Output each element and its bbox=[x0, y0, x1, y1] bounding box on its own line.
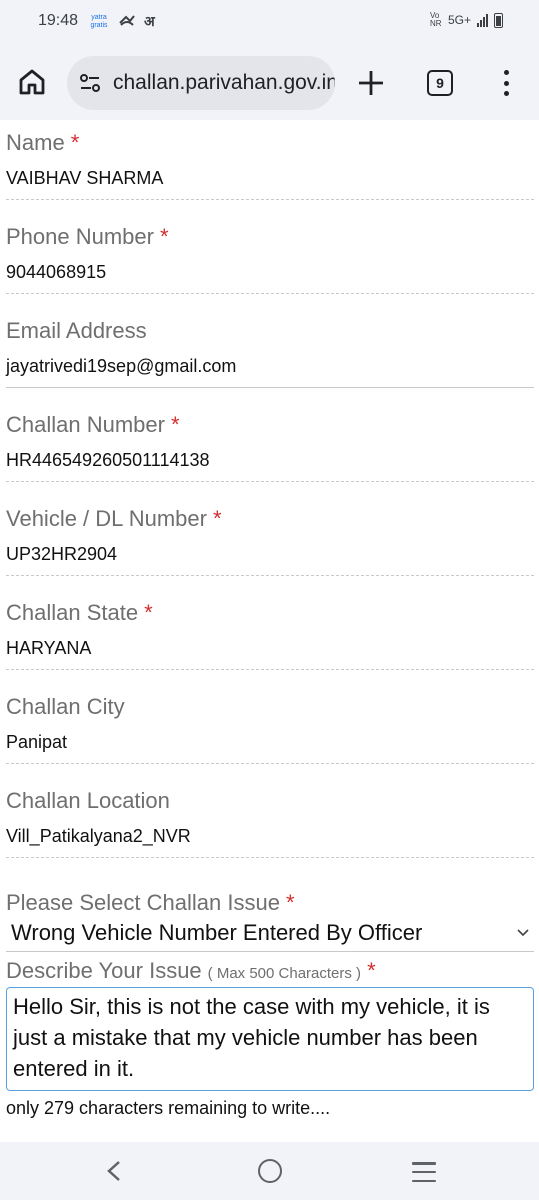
network-type-label: 5G+ bbox=[447, 13, 471, 27]
call-forward-icon bbox=[118, 13, 136, 30]
nav-recents-icon[interactable] bbox=[412, 1162, 436, 1182]
app-notification-icon: yatra gratis bbox=[90, 13, 108, 29]
field-label: Challan Location bbox=[6, 788, 170, 813]
status-notification-icons: yatra gratis अ bbox=[88, 12, 155, 31]
field-label: Challan State * bbox=[6, 600, 153, 625]
challan-issue-select[interactable]: Please Select Challan Issue * Wrong Vehic… bbox=[6, 880, 534, 952]
home-icon[interactable] bbox=[16, 66, 48, 98]
challan-city-field: Challan City Panipat bbox=[6, 684, 534, 764]
challan-state-value[interactable]: HARYANA bbox=[6, 638, 91, 659]
challan-location-value[interactable]: Vill_Patikalyana2_NVR bbox=[6, 826, 191, 847]
battery-icon bbox=[494, 12, 503, 28]
field-label: Please Select Challan Issue * bbox=[6, 890, 295, 915]
signal-icon bbox=[477, 13, 488, 27]
describe-issue-label: Describe Your Issue( Max 500 Characters … bbox=[6, 958, 376, 983]
nav-home-icon[interactable] bbox=[258, 1159, 282, 1183]
characters-remaining: only 279 characters remaining to write..… bbox=[6, 1098, 331, 1118]
field-label: Phone Number * bbox=[6, 224, 169, 249]
field-label: Name * bbox=[6, 130, 80, 155]
name-value[interactable]: VAIBHAV SHARMA bbox=[6, 168, 163, 189]
challan-number-value[interactable]: HR446549260501114138 bbox=[6, 450, 210, 471]
challan-city-value[interactable]: Panipat bbox=[6, 732, 67, 753]
tune-icon[interactable] bbox=[79, 72, 101, 94]
system-navigation-bar bbox=[0, 1142, 539, 1200]
field-label: Vehicle / DL Number * bbox=[6, 506, 222, 531]
describe-issue-textarea[interactable]: Hello Sir, this is not the case with my … bbox=[6, 987, 534, 1091]
nav-back-icon[interactable] bbox=[104, 1160, 124, 1182]
address-bar[interactable]: challan.parivahan.gov.in bbox=[67, 56, 335, 110]
status-time: 19:48 bbox=[38, 12, 79, 29]
browser-toolbar: challan.parivahan.gov.in 9 bbox=[0, 44, 539, 120]
field-label: Challan City bbox=[6, 694, 125, 719]
status-system-icons: Vo NR 5G+ bbox=[430, 12, 503, 28]
volte-label: Vo NR bbox=[429, 11, 442, 28]
challan-location-field: Challan Location Vill_Patikalyana2_NVR bbox=[6, 778, 534, 858]
language-icon: अ bbox=[144, 13, 155, 29]
tab-switcher-button[interactable]: 9 bbox=[427, 70, 453, 96]
chevron-down-icon[interactable] bbox=[516, 926, 530, 940]
vehicle-dl-value[interactable]: UP32HR2904 bbox=[6, 544, 117, 565]
phone-field: Phone Number * 9044068915 bbox=[6, 214, 534, 294]
status-bar: 19:48 yatra gratis अ Vo NR 5G+ bbox=[0, 0, 539, 44]
email-value[interactable]: jayatrivedi19sep@gmail.com bbox=[6, 356, 236, 377]
challan-issue-value[interactable]: Wrong Vehicle Number Entered By Officer bbox=[11, 920, 422, 946]
email-field: Email Address jayatrivedi19sep@gmail.com bbox=[6, 308, 534, 388]
challan-number-field: Challan Number * HR446549260501114138 bbox=[6, 402, 534, 482]
challan-state-field: Challan State * HARYANA bbox=[6, 590, 534, 670]
vehicle-dl-field: Vehicle / DL Number * UP32HR2904 bbox=[6, 496, 534, 576]
plus-icon[interactable] bbox=[356, 68, 386, 98]
field-label: Challan Number * bbox=[6, 412, 180, 437]
url-text: challan.parivahan.gov.in bbox=[113, 71, 335, 94]
field-label: Email Address bbox=[6, 318, 147, 343]
more-vert-icon[interactable] bbox=[494, 68, 518, 98]
name-field: Name * VAIBHAV SHARMA bbox=[6, 120, 534, 200]
phone-value[interactable]: 9044068915 bbox=[6, 262, 106, 283]
